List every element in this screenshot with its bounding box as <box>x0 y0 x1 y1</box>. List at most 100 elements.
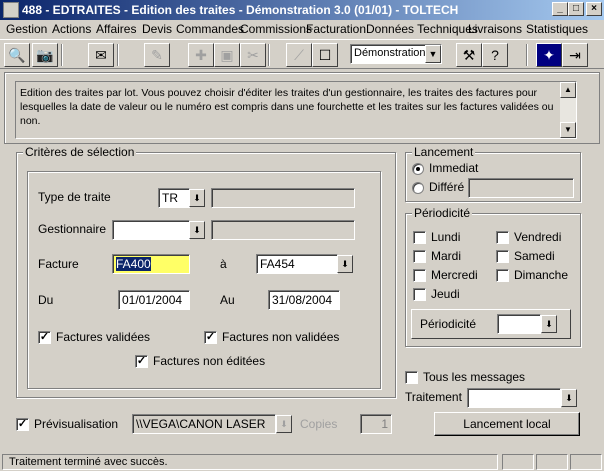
printer-dropdown-icon[interactable]: ⬇ <box>276 415 292 433</box>
differe-radio[interactable] <box>412 182 424 194</box>
facture-to-dropdown-icon[interactable]: ⬇ <box>337 255 353 273</box>
facture-from-input[interactable]: FA400 <box>112 254 190 274</box>
immediat-label: Immediat <box>429 161 479 175</box>
app-icon[interactable] <box>3 2 19 18</box>
status-panel-2 <box>536 454 568 470</box>
scroll-up-icon[interactable]: ▲ <box>560 82 576 98</box>
mercredi-label: Mercredi <box>431 268 478 282</box>
jeudi-checkbox[interactable] <box>413 288 426 301</box>
copies-label: Copies <box>300 417 338 431</box>
gestionnaire-input[interactable] <box>112 220 190 240</box>
du-input[interactable]: 01/01/2004 <box>118 290 190 310</box>
vendredi-checkbox[interactable] <box>496 231 509 244</box>
periodicite-dropdown-icon[interactable]: ⬇ <box>541 315 557 333</box>
factures-non-editees-label: Factures non éditées <box>153 354 266 368</box>
lancement-local-button[interactable]: Lancement local <box>434 412 580 436</box>
previsualisation-checkbox[interactable]: ✓ <box>16 418 29 431</box>
a-label: à <box>220 257 227 271</box>
samedi-checkbox[interactable] <box>496 250 509 263</box>
menu-commissions[interactable]: Commissions <box>240 22 312 36</box>
description-panel: Edition des traites par lot. Vous pouvez… <box>4 72 600 144</box>
au-input[interactable]: 31/08/2004 <box>268 290 340 310</box>
factures-non-validees-label: Factures non validées <box>222 330 340 344</box>
menu-affaires[interactable]: Affaires <box>96 22 136 36</box>
dimanche-checkbox[interactable] <box>496 269 509 282</box>
help-icon[interactable]: ? <box>482 43 508 67</box>
type-traite-label: Type de traite <box>38 190 111 204</box>
window-title: 488 - EDTRAITES - Edition des traites - … <box>22 3 459 17</box>
title-bar: 488 - EDTRAITES - Edition des traites - … <box>0 0 604 20</box>
edit-icon[interactable]: ✎ <box>144 43 170 67</box>
lundi-checkbox[interactable] <box>413 231 426 244</box>
mardi-checkbox[interactable] <box>413 250 426 263</box>
menu-statistiques[interactable]: Statistiques <box>526 22 588 36</box>
search-icon[interactable]: 🔍 <box>4 43 30 67</box>
du-label: Du <box>38 293 54 307</box>
add-icon[interactable]: ✚ <box>188 43 214 67</box>
type-traite-dropdown-icon[interactable]: ⬇ <box>189 189 205 207</box>
lancement-legend: Lancement <box>412 145 476 159</box>
menu-gestion[interactable]: Gestion <box>6 22 47 36</box>
lundi-label: Lundi <box>431 230 461 244</box>
differe-input[interactable] <box>468 178 574 198</box>
factures-validees-checkbox[interactable]: ✓ <box>38 331 51 344</box>
periodicite-select-label: Périodicité <box>420 317 477 331</box>
menu-actions[interactable]: Actions <box>52 22 91 36</box>
minimize-button[interactable]: _ <box>552 2 568 16</box>
criteria-legend: Critères de sélection <box>23 145 137 159</box>
facture-from-selection: FA400 <box>116 257 151 271</box>
cut-icon[interactable]: ✂ <box>240 43 266 67</box>
ruler-icon[interactable]: ⟋ <box>286 43 312 67</box>
gestionnaire-label: Gestionnaire <box>38 222 107 236</box>
page-icon[interactable]: ☐ <box>312 43 338 67</box>
menu-facturation[interactable]: Facturation <box>306 22 366 36</box>
tous-messages-checkbox[interactable] <box>405 371 418 384</box>
factures-validees-label: Factures validées <box>56 330 151 344</box>
previsualisation-label: Prévisualisation <box>34 417 119 431</box>
menu-livraisons[interactable]: Livraisons <box>468 22 522 36</box>
jeudi-label: Jeudi <box>431 287 460 301</box>
factures-non-editees-checkbox[interactable]: ✓ <box>135 355 148 368</box>
type-traite-input[interactable]: TR <box>158 188 190 208</box>
toolbar: 🔍 📷 ✉ ✎ ✚ ▣ ✂ ⟋ ☐ Démonstration 3. ▼ ⚒ ?… <box>0 39 604 69</box>
facture-to-input[interactable]: FA454 <box>256 254 338 274</box>
menu-commandes[interactable]: Commandes <box>176 22 244 36</box>
status-message: Traitement terminé avec succès. <box>9 456 168 468</box>
menu-donnees-techniques[interactable]: Données Techniques <box>366 22 478 36</box>
description-box: Edition des traites par lot. Vous pouvez… <box>15 81 577 139</box>
status-panel-1 <box>502 454 534 470</box>
description-scrollbar[interactable]: ▲ ▼ <box>560 82 576 138</box>
wizard-icon[interactable]: ✦ <box>536 43 562 67</box>
periodicite-legend: Périodicité <box>412 206 473 220</box>
camera-icon[interactable]: 📷 <box>32 43 58 67</box>
connect-icon[interactable]: ⚒ <box>456 43 482 67</box>
factures-non-validees-checkbox[interactable]: ✓ <box>204 331 217 344</box>
menu-bar: Gestion Actions Affaires Devis Commandes… <box>0 20 604 38</box>
immediat-radio[interactable] <box>412 163 424 175</box>
mercredi-checkbox[interactable] <box>413 269 426 282</box>
samedi-label: Samedi <box>514 249 555 263</box>
menu-devis[interactable]: Devis <box>142 22 172 36</box>
save-icon[interactable]: ▣ <box>214 43 240 67</box>
facture-label: Facture <box>38 257 79 271</box>
mail-icon[interactable]: ✉ <box>88 43 114 67</box>
vendredi-label: Vendredi <box>514 230 562 244</box>
status-panel-3 <box>570 454 602 470</box>
exit-icon[interactable]: ⇥ <box>562 43 588 67</box>
au-label: Au <box>220 293 235 307</box>
periodicite-select[interactable] <box>497 314 541 334</box>
gestionnaire-dropdown-icon[interactable]: ⬇ <box>189 221 205 239</box>
type-traite-description <box>211 188 355 208</box>
close-button[interactable]: × <box>586 2 602 16</box>
traitement-select[interactable] <box>467 388 561 408</box>
chevron-down-icon[interactable]: ▼ <box>425 45 441 63</box>
traitement-dropdown-icon[interactable]: ⬇ <box>561 389 577 407</box>
printer-field[interactable]: \\VEGA\CANON LASER <box>132 414 276 434</box>
copies-input[interactable]: 1 <box>360 414 392 434</box>
scroll-down-icon[interactable]: ▼ <box>560 122 576 138</box>
traitement-label: Traitement <box>405 390 462 404</box>
maximize-button[interactable]: □ <box>568 2 584 16</box>
gestionnaire-description <box>211 220 355 240</box>
dimanche-label: Dimanche <box>514 268 569 282</box>
status-message-panel: Traitement terminé avec succès. <box>2 454 498 470</box>
